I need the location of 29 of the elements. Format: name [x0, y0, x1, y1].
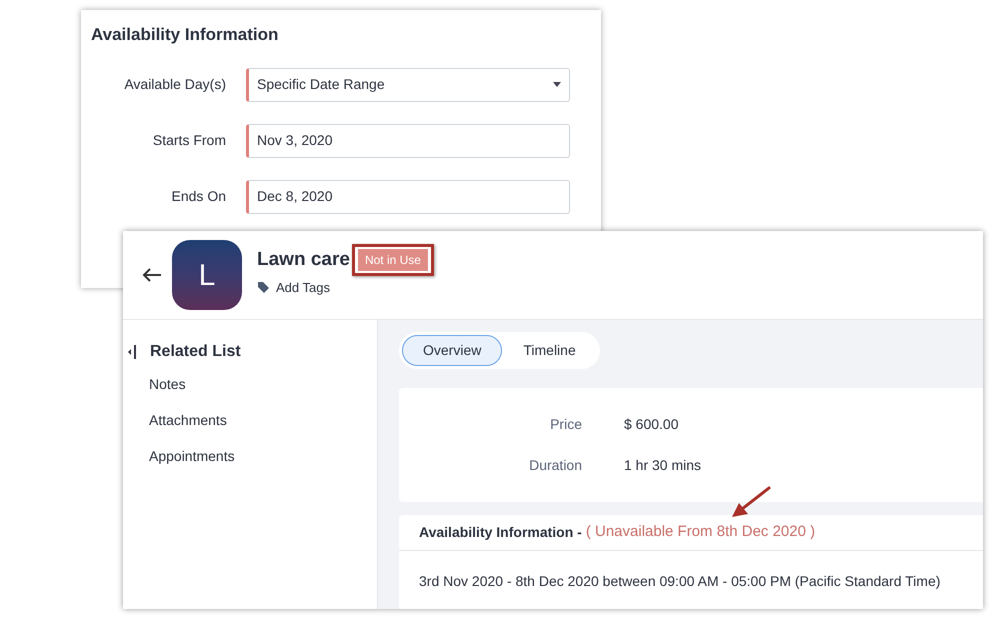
- availability-text: 3rd Nov 2020 - 8th Dec 2020 between 09:00 AM - 05:00 PM (Pacific Standard Time): [418, 572, 942, 591]
- unavailable-note: ( Unavailable From 8th Dec 2020 ): [586, 522, 816, 542]
- detail-value: 1 hr 30 mins: [624, 456, 702, 475]
- sidebar-title: Related List: [150, 342, 241, 362]
- tab[interactable]: Overview: [402, 335, 502, 366]
- section-title: Availability Information -: [419, 523, 582, 542]
- field-label: Available Day(s): [123, 75, 227, 94]
- detail-label: Duration: [528, 456, 582, 475]
- field-label: Starts From: [152, 131, 227, 150]
- add-tags-link[interactable]: Add Tags: [276, 278, 330, 298]
- sidebar-item[interactable]: Appointments: [149, 446, 377, 467]
- avatar: L: [172, 240, 242, 310]
- pointer-arrow: [730, 486, 772, 520]
- status-badge: Not in Use: [358, 249, 428, 271]
- detail-label: Price: [549, 415, 582, 434]
- detail-value: $ 600.00: [624, 415, 678, 434]
- form-title: Availability Information: [91, 24, 280, 46]
- tab[interactable]: Timeline: [502, 335, 597, 366]
- date-field[interactable]: Nov 3, 2020: [246, 124, 570, 158]
- record-title: Lawn care: [257, 248, 350, 272]
- sidebar-item[interactable]: Attachments: [149, 410, 377, 431]
- collapse-icon[interactable]: [128, 345, 136, 359]
- back-arrow-icon[interactable]: [142, 267, 162, 283]
- date-field[interactable]: Dec 8, 2020: [246, 180, 570, 214]
- caret-icon: [553, 82, 561, 87]
- sidebar-item[interactable]: Notes: [149, 374, 377, 395]
- field-label: Ends On: [170, 187, 227, 206]
- dropdown-field[interactable]: Specific Date Range: [246, 68, 570, 102]
- tag-icon: [257, 281, 270, 294]
